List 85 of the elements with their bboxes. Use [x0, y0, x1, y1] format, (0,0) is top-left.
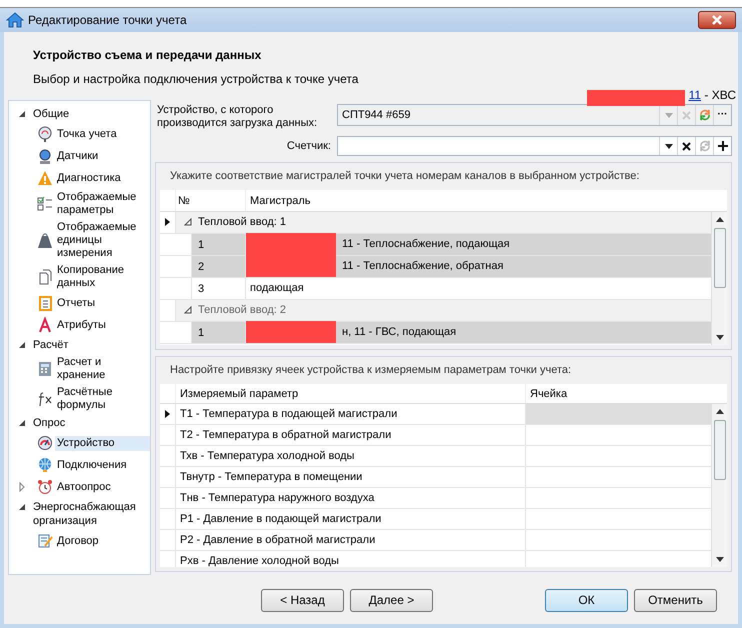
- expand-arrow-icon[interactable]: [17, 481, 27, 493]
- scroll-thumb[interactable]: [714, 228, 726, 288]
- refresh-icon: [698, 140, 710, 152]
- dropdown-icon: [664, 144, 672, 148]
- scroll-thumb[interactable]: [714, 420, 726, 480]
- sidebar-item[interactable]: Датчики: [55, 148, 150, 164]
- column-header: Ячейка: [529, 386, 568, 402]
- scrollbar[interactable]: [711, 404, 727, 567]
- field-label: Устройство, с которого производится загрузка данных:: [156, 104, 318, 130]
- sidebar-item[interactable]: Подключения: [55, 458, 150, 472]
- sidebar-item[interactable]: Расчет и хранение: [55, 355, 150, 383]
- dialog-button[interactable]: Далее >: [350, 588, 433, 612]
- scrollbar[interactable]: [711, 212, 727, 345]
- dialog-button[interactable]: Отменить: [634, 588, 717, 612]
- panel-caption: Настройте привязку ячеек устройства к измеряемым параметрам точки учета:: [169, 363, 572, 378]
- scroll-up-icon[interactable]: [716, 408, 724, 414]
- item-icon: [37, 126, 53, 142]
- row-header[interactable]: [160, 212, 176, 232]
- sidebar-item[interactable]: Отображаемые единицы измерения: [55, 220, 150, 261]
- item-icon: [37, 479, 53, 495]
- item-icon: [37, 317, 53, 333]
- table-cell[interactable]: 1: [192, 322, 246, 342]
- scroll-up-icon[interactable]: [716, 216, 724, 222]
- sidebar-item[interactable]: Расчётные формулы: [55, 385, 150, 413]
- item-icon: [37, 232, 53, 248]
- close-button[interactable]: [698, 11, 736, 29]
- more-button[interactable]: ···: [713, 105, 731, 125]
- sidebar-item[interactable]: Отчеты: [55, 296, 150, 310]
- item-icon: [37, 148, 53, 164]
- page-title: Устройство съема и передачи данных: [33, 47, 262, 64]
- item-icon: [37, 457, 53, 473]
- sidebar-item[interactable]: Диагностика: [55, 170, 150, 186]
- field-label: Счетчик:: [286, 138, 332, 154]
- sidebar-item[interactable]: Атрибуты: [55, 318, 150, 332]
- table-cell[interactable]: подающая: [246, 280, 308, 296]
- group-label: Тепловой ввод: 2: [198, 302, 286, 318]
- item-icon: [37, 170, 53, 186]
- sidebar-item[interactable]: Автоопрос: [55, 480, 150, 494]
- table-cell[interactable]: 1: [192, 234, 246, 254]
- house-icon: [6, 12, 24, 28]
- sidebar-item[interactable]: Отображаемые параметры: [55, 190, 150, 218]
- sidebar-group-label[interactable]: Общие: [33, 107, 70, 121]
- sidebar-group-label[interactable]: Энергоснабжающая организация: [33, 500, 150, 528]
- dialog-button[interactable]: ОК: [545, 588, 628, 612]
- item-icon: [37, 533, 53, 549]
- column-header: Измеряемый параметр: [176, 384, 526, 402]
- dropdown-icon: [664, 112, 672, 118]
- item-icon: [37, 435, 53, 451]
- scroll-down-icon[interactable]: [716, 335, 724, 340]
- add-button[interactable]: [713, 137, 731, 155]
- sidebar-item[interactable]: Точка учета: [55, 126, 150, 142]
- clear-icon: [682, 110, 691, 120]
- item-icon: [37, 295, 53, 311]
- dialog-button[interactable]: < Назад: [261, 588, 344, 612]
- plus-icon: [718, 141, 728, 151]
- group-label: Тепловой ввод: 1: [198, 214, 286, 230]
- item-icon: [37, 361, 53, 377]
- item-icon: [37, 391, 53, 407]
- refresh-button[interactable]: [695, 105, 713, 125]
- sidebar-group-label[interactable]: Расчёт: [33, 338, 68, 352]
- column-header: №: [176, 190, 246, 210]
- address-link[interactable]: 11: [688, 86, 702, 104]
- collapse-arrow-icon[interactable]: [184, 218, 192, 226]
- current-row-icon: [165, 218, 170, 226]
- close-icon: [711, 15, 723, 25]
- device-combo-field[interactable]: СПТ944 #659 ···: [337, 104, 732, 126]
- selected-cell[interactable]: [526, 404, 711, 424]
- table-cell[interactable]: 2: [192, 256, 246, 276]
- counter-combo-field[interactable]: [337, 136, 732, 156]
- item-icon: [37, 269, 53, 285]
- address-text: - ХВС: [703, 87, 736, 104]
- sidebar-item[interactable]: Договор: [55, 534, 150, 548]
- page-subtitle: Выбор и настройка подключения устройства к точке учета: [33, 71, 360, 88]
- panel-caption: Укажите соответствие магистралей точки учета номерам каналов в выбранном устройстве:: [169, 169, 640, 184]
- refresh-icon: [698, 109, 710, 121]
- clear-icon: [682, 142, 691, 150]
- item-icon: [37, 196, 53, 212]
- sidebar-item[interactable]: Копирование данных: [55, 263, 150, 291]
- sidebar-item[interactable]: Устройство: [55, 436, 150, 450]
- sidebar-group-label[interactable]: Опрос: [33, 416, 66, 430]
- collapse-arrow-icon[interactable]: [184, 306, 192, 314]
- scroll-down-icon[interactable]: [716, 557, 724, 562]
- current-row-icon: [165, 410, 170, 418]
- window-title: Редактирование точки учета: [28, 12, 188, 29]
- column-header: Магистраль: [249, 194, 312, 208]
